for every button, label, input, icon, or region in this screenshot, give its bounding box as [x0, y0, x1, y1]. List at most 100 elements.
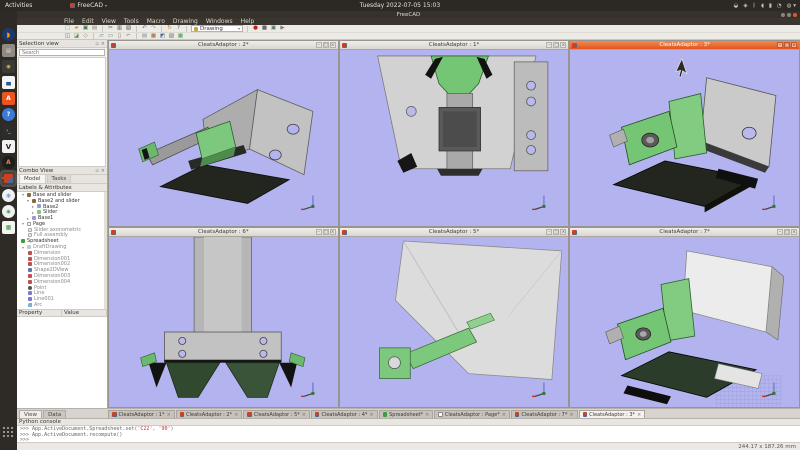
3d-view-canvas[interactable]	[340, 50, 569, 226]
save-icon[interactable]: ▣	[82, 25, 89, 32]
close-tab-icon[interactable]: ×	[302, 412, 306, 418]
window-tab[interactable]: CleatsAdaptor : 5*×	[243, 410, 310, 418]
viewport-titlebar[interactable]: CleatsAdaptor : 7* –▢×	[570, 228, 799, 237]
workbench-selector[interactable]: Drawing ▾	[191, 25, 243, 32]
tree-item[interactable]: Arc	[17, 302, 107, 308]
dock-item-help[interactable]: ?	[2, 108, 15, 121]
print-icon[interactable]: ▤	[91, 25, 98, 32]
macro-stop-icon[interactable]: ■	[261, 25, 268, 32]
draw-style-icon[interactable]: ◪	[73, 33, 80, 40]
mdi-maximize-icon[interactable]: ▢	[784, 42, 790, 48]
shield-icon[interactable]: ◈	[743, 3, 747, 9]
tab-model[interactable]: Model	[19, 174, 46, 183]
maximize-button[interactable]	[787, 13, 791, 17]
mdi-close-icon[interactable]: ×	[560, 229, 566, 235]
mdi-maximize-icon[interactable]: ▢	[784, 229, 790, 235]
expander-icon[interactable]: ▾	[21, 192, 25, 197]
3d-view-canvas[interactable]	[109, 237, 338, 408]
minimize-button[interactable]	[781, 13, 785, 17]
mdi-close-icon[interactable]: ×	[330, 42, 336, 48]
whats-this-icon[interactable]: ?	[175, 25, 182, 32]
dock-item-freecad[interactable]	[2, 172, 15, 185]
menu-file[interactable]: File	[64, 18, 74, 25]
tab-view[interactable]: View	[19, 410, 42, 418]
menu-windows[interactable]: Windows	[206, 18, 233, 25]
system-tray[interactable]: ◒ ◈ ᛒ ◖ ▮ ◔ ◍ ▾	[734, 0, 796, 11]
axonometric-icon[interactable]: ◇	[82, 33, 89, 40]
3d-view-canvas[interactable]	[570, 237, 799, 408]
user-icon[interactable]: ◔	[777, 3, 782, 9]
mdi-maximize-icon[interactable]: ▢	[323, 229, 329, 235]
fit-all-icon[interactable]: ◫	[64, 33, 71, 40]
mdi-minimize-icon[interactable]: –	[777, 42, 783, 48]
float-panel-icon[interactable]: ▫	[95, 168, 98, 174]
window-tab[interactable]: CleatsAdaptor : 2*×	[176, 410, 243, 418]
menu-edit[interactable]: Edit	[82, 18, 94, 25]
window-tab[interactable]: CleatsAdaptor : 1*×	[108, 410, 175, 418]
expander-icon[interactable]: ▾	[26, 198, 30, 203]
close-panel-icon[interactable]: ×	[101, 41, 105, 47]
close-tab-icon[interactable]: ×	[369, 412, 373, 418]
mdi-close-icon[interactable]: ×	[791, 229, 797, 235]
dock-item-libreoffice-writer[interactable]: ▄	[2, 76, 15, 89]
close-button[interactable]	[793, 13, 797, 17]
close-panel-icon[interactable]: ×	[101, 168, 105, 174]
expander-icon[interactable]: ▾	[21, 245, 25, 250]
close-tab-icon[interactable]: ×	[569, 412, 573, 418]
tab-tasks[interactable]: Tasks	[47, 174, 72, 183]
menu-macro[interactable]: Macro	[147, 18, 165, 25]
menu-view[interactable]: View	[102, 18, 116, 25]
spreadsheet-view-icon[interactable]: ▦	[177, 33, 184, 40]
close-tab-icon[interactable]: ×	[637, 412, 641, 418]
window-tab[interactable]: Spreadsheet*×	[379, 410, 434, 418]
dock-item-libreoffice-calc[interactable]: ▦	[2, 221, 15, 234]
mdi-close-icon[interactable]: ×	[330, 229, 336, 235]
mdi-maximize-icon[interactable]: ▢	[553, 229, 559, 235]
3d-view-canvas[interactable]	[570, 50, 799, 226]
mdi-minimize-icon[interactable]: –	[546, 229, 552, 235]
dock-item-v-app[interactable]: V	[2, 140, 15, 153]
dock-item-terminal[interactable]: ›_	[2, 124, 15, 137]
tab-data[interactable]: Data	[43, 410, 66, 418]
new-page-icon[interactable]: ▤	[141, 33, 148, 40]
float-panel-icon[interactable]: ▫	[95, 41, 98, 47]
dock-item-firefox[interactable]: ◗	[2, 28, 15, 41]
model-tree[interactable]: ▾Base and slider ▾Base2 and slider ▸Base…	[17, 192, 107, 309]
battery-icon[interactable]: ▮	[769, 3, 772, 9]
mdi-close-icon[interactable]: ×	[560, 42, 566, 48]
measure-icon[interactable]: ⌐	[125, 33, 132, 40]
clock[interactable]: Tuesday 2022-07-05 15:03	[0, 2, 800, 9]
close-tab-icon[interactable]: ×	[166, 412, 170, 418]
window-tab[interactable]: CleatsAdaptor : 7*×	[511, 410, 578, 418]
viewport-titlebar-active[interactable]: CleatsAdaptor : 3* –▢×	[570, 41, 799, 50]
bluetooth-icon[interactable]: ᛒ	[753, 3, 756, 9]
input-source-icon[interactable]: ◒	[734, 3, 739, 9]
annotation-icon[interactable]: ◩	[159, 33, 166, 40]
menu-help[interactable]: Help	[241, 18, 255, 25]
mdi-minimize-icon[interactable]: –	[316, 229, 322, 235]
front-view-icon[interactable]: ▱	[98, 33, 105, 40]
macro-record-icon[interactable]: ●	[252, 25, 259, 32]
top-view-icon[interactable]: ▭	[107, 33, 114, 40]
dock-item-ubuntu-software[interactable]: A	[2, 92, 15, 105]
dock-item-globe-app[interactable]: ◉	[2, 205, 15, 218]
property-editor[interactable]	[17, 317, 107, 409]
new-file-icon[interactable]: ▢	[64, 25, 71, 32]
open-file-icon[interactable]: ▰	[73, 25, 80, 32]
right-view-icon[interactable]: ▯	[116, 33, 123, 40]
power-icon[interactable]: ◍ ▾	[787, 3, 796, 9]
close-tab-icon[interactable]: ×	[502, 412, 506, 418]
python-console-header[interactable]: Python console	[17, 419, 800, 426]
mdi-minimize-icon[interactable]: –	[777, 229, 783, 235]
3d-view-canvas[interactable]	[109, 50, 338, 226]
close-tab-icon[interactable]: ×	[234, 412, 238, 418]
expander-icon[interactable]: ▸	[31, 204, 35, 209]
macro-edit-icon[interactable]: ▣	[270, 25, 277, 32]
cut-icon[interactable]: ✂	[107, 25, 114, 32]
app-grid-button[interactable]	[3, 427, 14, 438]
refresh-icon[interactable]: ↻	[166, 25, 173, 32]
dock-item-a-app[interactable]: A	[2, 156, 15, 169]
mdi-maximize-icon[interactable]: ▢	[553, 42, 559, 48]
menu-tools[interactable]: Tools	[124, 18, 139, 25]
viewport-titlebar[interactable]: CleatsAdaptor : 2* –▢×	[109, 41, 338, 50]
